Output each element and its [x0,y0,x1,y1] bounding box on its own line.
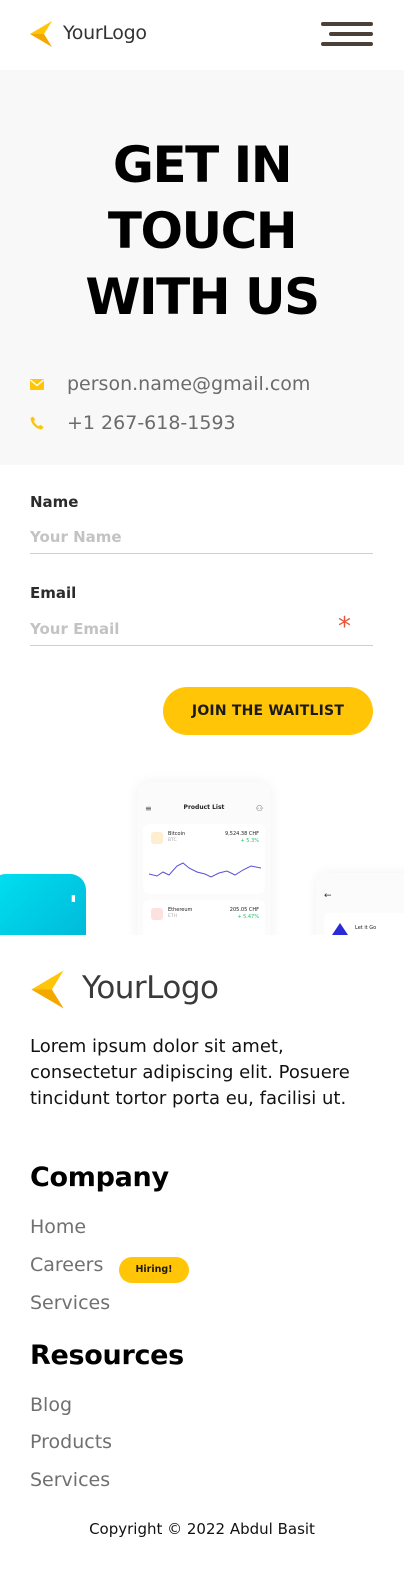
header-logo-text: YourLogo [63,22,147,44]
footer-link-careers[interactable]: Careers [30,1254,103,1276]
mockup-phone: ≡ ⚇ Product List Bitcoin BTC 9,524.38 CH… [137,782,271,935]
footer-link-blog[interactable]: Blog [30,1394,72,1416]
hamburger-menu-icon[interactable] [321,22,373,46]
contact-phone-value: +1 267-618-1593 [67,412,236,434]
coin-price: 9,524.38 CHF [225,831,259,837]
hiring-badge: Hiring! [119,1257,189,1283]
footer-logo[interactable]: YourLogo [30,966,219,1010]
page-title: GET IN TOUCH WITH US [85,136,320,326]
price-sparkline [149,862,261,878]
coin-symbol: BTC [168,838,177,843]
name-input[interactable] [30,520,373,554]
logo-icon [30,21,52,47]
coin-price: 205.05 CHF [229,907,259,913]
required-asterisk: * [338,612,351,642]
contact-phone[interactable]: +1 267-618-1593 [30,412,236,434]
track-label: Let it Go [355,925,377,931]
coin-change: + 5.47% [237,914,259,920]
coin-name: Bitcoin [168,831,186,837]
album-art-icon [332,923,348,935]
mockup-blue-card: ▮ [0,874,86,935]
contact-hero: GET IN TOUCH WITH US person.name@gmail.c… [0,70,404,465]
mockup-phone-secondary: ← Let it Go [316,873,404,935]
bitcoin-icon [151,832,163,844]
email-input[interactable] [30,612,373,646]
coin-name: Ethereum [168,907,193,913]
mockup-coin-card: Bitcoin BTC 9,524.38 CHF + 5.3% [143,824,265,894]
footer-about: Lorem ipsum dolor sit amet, consectetur … [30,1036,350,1109]
back-arrow-icon: ← [324,891,332,901]
company-heading: Company [30,1162,169,1193]
header-logo[interactable]: YourLogo [30,18,147,48]
join-waitlist-button[interactable]: JOIN THE WAITLIST [163,687,373,735]
logo-icon [31,970,64,1009]
contact-email-value: person.name@gmail.com [67,373,311,395]
footer-logo-text: YourLogo [82,970,219,1006]
copyright: Copyright © 2022 Abdul Basit [89,1520,315,1538]
contact-email[interactable]: person.name@gmail.com [30,373,310,395]
coin-change: + 5.3% [240,838,259,844]
mockup-track-card: Let it Go [324,913,404,935]
app-mockup-image: ▮ ≡ ⚇ Product List Bitcoin BTC 9,524.38 … [0,760,404,935]
mockup-screen-title: Product List [183,804,225,811]
mockup-coin-card: Ethereum ETH 205.05 CHF + 5.47% [143,900,265,935]
footer-link-services-resources[interactable]: Services [30,1469,110,1491]
site-header: YourLogo [0,0,404,70]
footer-link-home[interactable]: Home [30,1216,86,1238]
footer-link-services[interactable]: Services [30,1292,110,1314]
phone-icon [30,416,44,430]
ethereum-icon [151,908,163,920]
email-label: Email [30,584,77,602]
coin-symbol: ETH [168,914,177,919]
resources-heading: Resources [30,1340,184,1371]
footer-link-products[interactable]: Products [30,1431,112,1453]
envelope-icon [30,377,44,391]
bookmark-icon: ▮ [71,894,76,904]
name-label: Name [30,493,79,511]
